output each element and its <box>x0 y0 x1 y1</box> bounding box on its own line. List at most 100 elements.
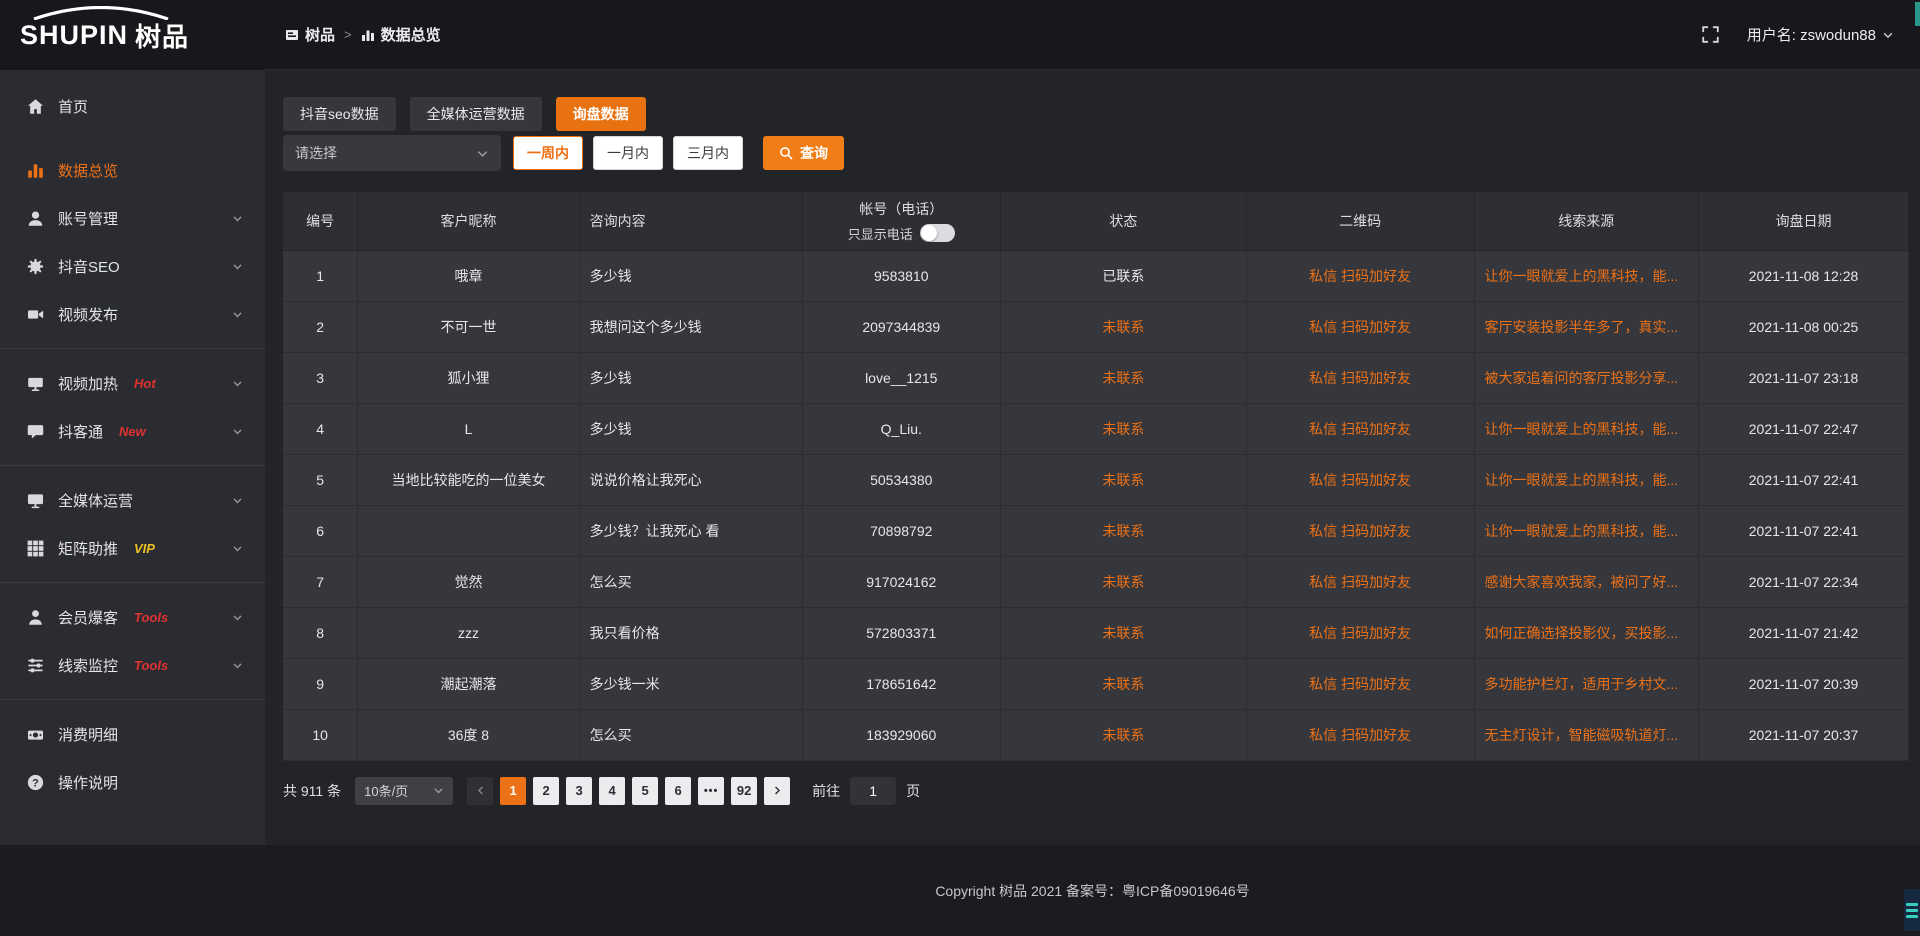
filter-select[interactable]: 请选择 <box>283 135 501 171</box>
cell-no: 5 <box>283 454 358 505</box>
goto-page-input[interactable] <box>850 777 896 805</box>
range-button-2[interactable]: 三月内 <box>673 136 743 170</box>
sidebar-item-6[interactable]: 抖客通New <box>0 407 265 455</box>
chart-bars-icon <box>27 162 44 179</box>
screen-icon <box>27 375 44 392</box>
next-page-button[interactable] <box>764 777 790 805</box>
cell-nickname: 觉然 <box>358 556 579 607</box>
cell-account: 183929060 <box>802 709 1001 760</box>
cell-qrcode: 私信 扫码加好友 <box>1246 556 1474 607</box>
prev-page-button[interactable] <box>467 777 493 805</box>
qr-action-links[interactable]: 私信 扫码加好友 <box>1309 676 1411 692</box>
page-button-92[interactable]: 92 <box>731 777 757 805</box>
im-widget[interactable] <box>1904 889 1920 931</box>
query-button[interactable]: 查询 <box>763 136 844 170</box>
sidebar-item-5[interactable]: 视频加热Hot <box>0 359 265 407</box>
page-button-4[interactable]: 4 <box>599 777 625 805</box>
cell-source[interactable]: 多功能护栏灯，适用于乡村文... <box>1474 658 1699 709</box>
cell-source[interactable]: 让你一眼就爱上的黑科技，能... <box>1474 403 1699 454</box>
cell-status: 未联系 <box>1001 658 1247 709</box>
logo-arc <box>26 6 176 20</box>
qr-action-links[interactable]: 私信 扫码加好友 <box>1309 268 1411 284</box>
range-button-0[interactable]: 一周内 <box>513 136 583 170</box>
qr-action-links[interactable]: 私信 扫码加好友 <box>1309 421 1411 437</box>
copyright-text: Copyright 树品 2021 备案号：粤ICP备09019646号 <box>935 881 1249 901</box>
page-button-1[interactable]: 1 <box>500 777 526 805</box>
square-doc-icon <box>285 28 299 42</box>
cell-account: 9583810 <box>802 250 1001 301</box>
sidebar-item-2[interactable]: 账号管理 <box>0 194 265 242</box>
col-source: 线索来源 <box>1474 192 1699 250</box>
cell-source[interactable]: 让你一眼就爱上的黑科技，能... <box>1474 250 1699 301</box>
sidebar-item-12[interactable]: ?操作说明 <box>0 758 265 806</box>
sidebar-item-0[interactable]: 首页 <box>0 82 265 130</box>
qr-action-links[interactable]: 私信 扫码加好友 <box>1309 523 1411 539</box>
tab-2[interactable]: 询盘数据 <box>556 97 646 131</box>
cell-content: 多少钱？让我死心 看 <box>579 505 802 556</box>
monitor-icon <box>27 492 44 509</box>
cell-date: 2021-11-07 20:37 <box>1699 709 1909 760</box>
cell-account: 2097344839 <box>802 301 1001 352</box>
sidebar-item-9[interactable]: 会员爆客Tools <box>0 593 265 641</box>
sidebar-item-label: 会员爆客 <box>58 607 118 628</box>
chevron-down-icon <box>433 785 444 796</box>
sidebar-item-label: 消费明细 <box>58 724 118 745</box>
table-row: 3狐小狸多少钱love__1215未联系私信 扫码加好友被大家追着问的客厅投影分… <box>283 352 1909 403</box>
cell-nickname: 狐小狸 <box>358 352 579 403</box>
sidebar-item-8[interactable]: 矩阵助推VIP <box>0 524 265 572</box>
cell-no: 1 <box>283 250 358 301</box>
sidebar-badge: Tools <box>134 658 168 673</box>
table-row: 9潮起潮落多少钱一米178651642未联系私信 扫码加好友多功能护栏灯，适用于… <box>283 658 1909 709</box>
cell-no: 3 <box>283 352 358 403</box>
page-button-3[interactable]: 3 <box>566 777 592 805</box>
breadcrumb-item-current[interactable]: 数据总览 <box>361 24 441 45</box>
cell-source[interactable]: 无主灯设计，智能磁吸轨道灯... <box>1474 709 1699 760</box>
filter-bar: 请选择 一周内一月内三月内 查询 <box>283 135 1909 171</box>
cell-no: 6 <box>283 505 358 556</box>
sidebar-item-3[interactable]: 抖音SEO <box>0 242 265 290</box>
range-button-1[interactable]: 一月内 <box>593 136 663 170</box>
user-menu[interactable]: 用户名: zswodun88 <box>1747 24 1894 45</box>
qr-action-links[interactable]: 私信 扫码加好友 <box>1309 472 1411 488</box>
cell-source[interactable]: 如何正确选择投影仪，买投影... <box>1474 607 1699 658</box>
chevron-down-icon <box>232 660 243 671</box>
logo-text-cn: 树品 <box>135 17 189 54</box>
breadcrumb-separator: > <box>344 27 352 42</box>
sidebar-item-11[interactable]: 消费明细 <box>0 710 265 758</box>
cell-qrcode: 私信 扫码加好友 <box>1246 403 1474 454</box>
qr-action-links[interactable]: 私信 扫码加好友 <box>1309 727 1411 743</box>
qr-action-links[interactable]: 私信 扫码加好友 <box>1309 574 1411 590</box>
cell-source[interactable]: 让你一眼就爱上的黑科技，能... <box>1474 505 1699 556</box>
page-button-2[interactable]: 2 <box>533 777 559 805</box>
sidebar-item-1[interactable]: 数据总览 <box>0 146 265 194</box>
table-row: 2不可一世我想问这个多少钱2097344839未联系私信 扫码加好友客厅安装投影… <box>283 301 1909 352</box>
cell-source[interactable]: 客厅安装投影半年多了，真实... <box>1474 301 1699 352</box>
sidebar-item-label: 矩阵助推 <box>58 538 118 559</box>
cell-source[interactable]: 让你一眼就爱上的黑科技，能... <box>1474 454 1699 505</box>
sidebar-item-label: 线索监控 <box>58 655 118 676</box>
sidebar-item-7[interactable]: 全媒体运营 <box>0 476 265 524</box>
app-logo: SHUPIN 树品 <box>0 0 265 70</box>
qr-action-links[interactable]: 私信 扫码加好友 <box>1309 625 1411 641</box>
cell-account: 178651642 <box>802 658 1001 709</box>
cell-status: 未联系 <box>1001 556 1247 607</box>
page-button-6[interactable]: 6 <box>665 777 691 805</box>
phone-only-toggle[interactable] <box>920 224 955 242</box>
page-size-select[interactable]: 10条/页 <box>355 777 453 805</box>
sidebar-item-4[interactable]: 视频发布 <box>0 290 265 338</box>
qr-action-links[interactable]: 私信 扫码加好友 <box>1309 319 1411 335</box>
sidebar-item-10[interactable]: 线索监控 Tools <box>0 641 265 689</box>
chat-bubble-icon <box>27 423 44 440</box>
fullscreen-icon[interactable] <box>1702 26 1719 43</box>
tab-1[interactable]: 全媒体运营数据 <box>410 97 542 131</box>
col-date: 询盘日期 <box>1699 192 1909 250</box>
tab-0[interactable]: 抖音seo数据 <box>283 97 396 131</box>
cell-nickname: 潮起潮落 <box>358 658 579 709</box>
cell-source[interactable]: 感谢大家喜欢我家，被问了好... <box>1474 556 1699 607</box>
cell-source[interactable]: 被大家追着问的客厅投影分享... <box>1474 352 1699 403</box>
cell-account: love__1215 <box>802 352 1001 403</box>
breadcrumb-item-root[interactable]: 树品 <box>285 24 335 45</box>
page-button-•••[interactable]: ••• <box>698 777 724 805</box>
page-button-5[interactable]: 5 <box>632 777 658 805</box>
qr-action-links[interactable]: 私信 扫码加好友 <box>1309 370 1411 386</box>
